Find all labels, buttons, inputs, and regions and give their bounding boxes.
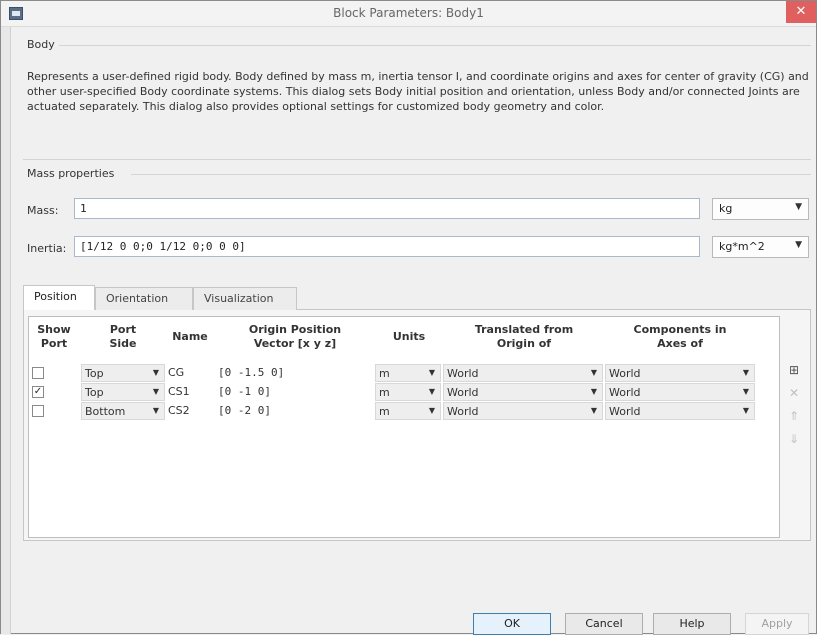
translated-from-value: World — [447, 386, 479, 399]
body-group-label: Body — [27, 38, 55, 51]
origin-cell[interactable]: [0 -2 0] — [215, 402, 375, 420]
chevron-down-icon: ▼ — [742, 368, 749, 377]
table-row: ✓ Top ▼ CS1 [0 -1 0] m ▼ World ▼ World ▼ — [29, 383, 779, 402]
name-cell[interactable]: CS1 — [165, 383, 215, 401]
components-in-value: World — [609, 386, 641, 399]
window-title: Block Parameters: Body1 — [333, 6, 484, 20]
port-side-select[interactable]: Top ▼ — [81, 383, 165, 401]
units-value: m — [379, 405, 390, 418]
left-edge-strip — [1, 27, 11, 634]
units-value: m — [379, 367, 390, 380]
add-row-icon[interactable]: ⊞ — [785, 361, 803, 379]
title-bar: Block Parameters: Body1 ✕ — [1, 1, 816, 27]
inertia-label: Inertia: — [27, 242, 67, 255]
port-side-value: Bottom — [85, 405, 126, 418]
chevron-down-icon: ▼ — [428, 387, 435, 396]
units-select[interactable]: m ▼ — [375, 402, 441, 420]
chevron-down-icon: ▼ — [795, 240, 802, 250]
chevron-down-icon: ▼ — [795, 202, 802, 212]
chevron-down-icon: ▼ — [152, 368, 159, 377]
inertia-unit-value: kg*m^2 — [719, 240, 765, 253]
header-show-port: Show Port — [37, 323, 71, 350]
header-units: Units — [392, 330, 426, 343]
chevron-down-icon: ▼ — [428, 406, 435, 415]
origin-cell[interactable]: [0 -1 0] — [215, 383, 375, 401]
header-translated-from: Translated from Origin of — [474, 323, 574, 350]
block-parameters-dialog: Block Parameters: Body1 ✕ Body Represent… — [0, 0, 817, 635]
components-in-value: World — [609, 367, 641, 380]
help-button[interactable]: Help — [653, 613, 731, 635]
mass-properties-label: Mass properties — [27, 167, 115, 180]
delete-row-icon[interactable]: ✕ — [785, 384, 803, 402]
translated-from-value: World — [447, 405, 479, 418]
translated-from-select[interactable]: World ▼ — [443, 364, 603, 382]
port-side-select[interactable]: Top ▼ — [81, 364, 165, 382]
tab-visualization[interactable]: Visualization — [193, 287, 297, 310]
mass-label: Mass: — [27, 204, 59, 217]
move-down-icon[interactable]: ⇓ — [785, 430, 803, 448]
port-side-value: Top — [85, 367, 104, 380]
components-in-select[interactable]: World ▼ — [605, 402, 755, 420]
cancel-button[interactable]: Cancel — [565, 613, 643, 635]
header-port-side: Port Side — [109, 323, 137, 350]
ok-button[interactable]: OK — [473, 613, 551, 635]
mass-unit-select[interactable]: kg ▼ — [712, 198, 809, 220]
components-in-select[interactable]: World ▼ — [605, 364, 755, 382]
port-side-select[interactable]: Bottom ▼ — [81, 402, 165, 420]
translated-from-select[interactable]: World ▼ — [443, 402, 603, 420]
mass-input[interactable]: 1 — [74, 198, 700, 219]
mass-unit-value: kg — [719, 202, 733, 215]
units-select[interactable]: m ▼ — [375, 383, 441, 401]
header-components-in: Components in Axes of — [633, 323, 727, 350]
apply-button[interactable]: Apply — [745, 613, 809, 635]
units-select[interactable]: m ▼ — [375, 364, 441, 382]
divider — [59, 45, 811, 46]
show-port-cell: ✓ — [29, 383, 79, 401]
translated-from-value: World — [447, 367, 479, 380]
inertia-unit-select[interactable]: kg*m^2 ▼ — [712, 236, 809, 258]
name-cell[interactable]: CG — [165, 364, 215, 382]
header-origin-position: Origin Position Vector [x y z] — [248, 323, 342, 350]
tab-position[interactable]: Position — [23, 285, 95, 310]
components-in-select[interactable]: World ▼ — [605, 383, 755, 401]
tab-orientation[interactable]: Orientation — [95, 287, 193, 310]
chevron-down-icon: ▼ — [742, 406, 749, 415]
divider — [23, 159, 811, 160]
show-port-checkbox[interactable] — [32, 405, 44, 417]
translated-from-select[interactable]: World ▼ — [443, 383, 603, 401]
header-name: Name — [172, 330, 208, 343]
close-button[interactable]: ✕ — [786, 1, 816, 23]
position-table: Show Port Port Side Name Origin Position… — [28, 316, 780, 538]
show-port-checkbox-checked[interactable]: ✓ — [32, 386, 44, 398]
port-side-value: Top — [85, 386, 104, 399]
origin-cell[interactable]: [0 -1.5 0] — [215, 364, 375, 382]
name-cell[interactable]: CS2 — [165, 402, 215, 420]
show-port-cell — [29, 364, 79, 382]
chevron-down-icon: ▼ — [590, 406, 597, 415]
show-port-checkbox[interactable] — [32, 367, 44, 379]
move-up-icon[interactable]: ⇑ — [785, 407, 803, 425]
table-row: Top ▼ CG [0 -1.5 0] m ▼ World ▼ World ▼ — [29, 364, 779, 383]
components-in-value: World — [609, 405, 641, 418]
inertia-input[interactable]: [1/12 0 0;0 1/12 0;0 0 0] — [74, 236, 700, 257]
body-description: Represents a user-defined rigid body. Bo… — [27, 70, 809, 113]
units-value: m — [379, 386, 390, 399]
chevron-down-icon: ▼ — [590, 368, 597, 377]
table-row: Bottom ▼ CS2 [0 -2 0] m ▼ World ▼ World … — [29, 402, 779, 421]
chevron-down-icon: ▼ — [152, 406, 159, 415]
chevron-down-icon: ▼ — [742, 387, 749, 396]
chevron-down-icon: ▼ — [590, 387, 597, 396]
divider — [131, 174, 811, 175]
chevron-down-icon: ▼ — [428, 368, 435, 377]
chevron-down-icon: ▼ — [152, 387, 159, 396]
show-port-cell — [29, 402, 79, 420]
